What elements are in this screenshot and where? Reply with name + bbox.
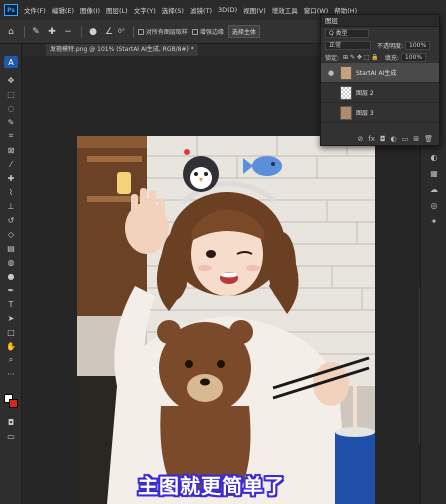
hand-tool-icon[interactable]: ✋ xyxy=(4,340,18,352)
quick-select-brush-icon[interactable]: ✎ xyxy=(29,25,43,39)
brush-size-icon[interactable]: ● xyxy=(86,25,100,39)
rectangle-tool-icon[interactable]: □ xyxy=(4,326,18,338)
crop-tool-icon[interactable]: ⌗ xyxy=(4,130,18,142)
layer-thumbnail xyxy=(340,85,352,100)
artboard-tool-icon[interactable]: A xyxy=(4,56,18,68)
menu-view[interactable]: 视图(V) xyxy=(243,5,266,15)
menu-file[interactable]: 文件(F) xyxy=(24,5,46,15)
lock-label: 锁定: xyxy=(325,54,340,62)
dodge-tool-icon[interactable]: ● xyxy=(4,270,18,282)
enhance-edge-label: 增强边缘 xyxy=(199,29,224,36)
move-tool-icon[interactable]: ✥ xyxy=(4,74,18,86)
menu-layer[interactable]: 图层(L) xyxy=(106,5,128,15)
menu-plugins[interactable]: 增效工具 xyxy=(272,5,298,15)
menu-edit[interactable]: 编辑(E) xyxy=(52,5,74,15)
divider xyxy=(81,25,82,38)
group-icon[interactable]: ▭ xyxy=(402,135,409,143)
layers-footer: ⊘ fx ◘ ◐ ▭ ⊞ 🗑 xyxy=(321,133,439,145)
eye-icon[interactable]: ● xyxy=(325,67,337,79)
type-tool-icon[interactable]: T xyxy=(4,298,18,310)
layer-row[interactable]: 图层 2 xyxy=(321,83,439,103)
layer-thumbnail xyxy=(340,65,352,80)
enhance-edge-checkbox[interactable] xyxy=(191,28,198,35)
blur-tool-icon[interactable]: ◍ xyxy=(4,256,18,268)
menu-type[interactable]: 文字(Y) xyxy=(134,5,156,15)
canvas-photo[interactable] xyxy=(77,136,375,504)
video-subtitle: 主图就更简单了 xyxy=(138,474,285,498)
document-tab[interactable]: 发箍模特.png @ 101% (StartAI AI生成, RGB/8#) * xyxy=(46,44,198,56)
path-select-icon[interactable]: ➤ xyxy=(4,312,18,324)
mask-icon[interactable]: ◘ xyxy=(380,135,386,143)
zoom-tool-icon[interactable]: ⌕ xyxy=(4,354,18,366)
divider xyxy=(132,25,134,38)
home-icon[interactable]: ⌂ xyxy=(4,25,18,39)
document-tab-bar: 发箍模特.png @ 101% (StartAI AI生成, RGB/8#) * xyxy=(22,44,320,56)
new-layer-icon[interactable]: ⊞ xyxy=(413,135,419,143)
quick-select-tool-icon[interactable]: ✎ xyxy=(4,116,18,128)
layer-row[interactable]: ● StartAI AI生成 xyxy=(321,63,439,83)
sample-all-layers-label: 对所有图层取样 xyxy=(145,29,188,36)
gradient-tool-icon[interactable]: ▤ xyxy=(4,242,18,254)
opacity-label: 不透明度: xyxy=(377,42,404,50)
lock-row: 锁定: ⊞ ✎ ✥ ⬚ 🔒 填充: 100% xyxy=(321,51,439,63)
layer-thumbnail xyxy=(340,105,352,120)
adjustment-layer-icon[interactable]: ◐ xyxy=(391,135,397,143)
background-color-swatch[interactable] xyxy=(9,399,18,408)
menu-image[interactable]: 图像(I) xyxy=(80,5,100,15)
blend-row: 正常 不透明度: 100% xyxy=(321,39,439,51)
options-bar: ⌂ ✎ ✚ − ● ∠ 0° 对所有图层取样 增强边缘 选择主体 xyxy=(0,20,320,44)
opacity-field[interactable]: 100% xyxy=(405,40,431,50)
menu-filter[interactable]: 滤镜(T) xyxy=(190,5,212,15)
frame-tool-icon[interactable]: ⊠ xyxy=(4,144,18,156)
history-brush-icon[interactable]: ↺ xyxy=(4,214,18,226)
photoshop-logo: Ps xyxy=(4,4,18,16)
adjustments-icon[interactable]: ◐ xyxy=(428,152,440,162)
marquee-tool-icon[interactable]: ⬚ xyxy=(4,88,18,100)
add-to-selection-icon[interactable]: ✚ xyxy=(45,25,59,39)
more-tools-icon[interactable]: ··· xyxy=(4,368,18,380)
libraries-icon[interactable]: ☁ xyxy=(428,184,440,194)
lock-icons[interactable]: ⊞ ✎ ✥ ⬚ 🔒 xyxy=(343,54,379,61)
swatches-icon[interactable]: ▦ xyxy=(428,168,440,178)
layers-panel-title[interactable]: 图层 xyxy=(321,15,439,27)
eye-icon[interactable] xyxy=(325,107,337,119)
eraser-tool-icon[interactable]: ◇ xyxy=(4,228,18,240)
blend-mode-select[interactable]: 正常 xyxy=(325,40,371,50)
fill-field[interactable]: 100% xyxy=(400,52,427,62)
pen-tool-icon[interactable]: ✒ xyxy=(4,284,18,296)
angle-value[interactable]: 0° xyxy=(118,28,125,35)
photo-illustration xyxy=(77,136,375,504)
layers-panel: 图层 Q 类型 正常 不透明度: 100% 锁定: ⊞ ✎ ✥ ⬚ 🔒 填充: … xyxy=(320,14,440,146)
fill-label: 填充: xyxy=(384,54,399,62)
layer-row[interactable]: 图层 3 xyxy=(321,103,439,123)
subtract-selection-icon[interactable]: − xyxy=(61,25,75,39)
eye-icon[interactable] xyxy=(325,87,337,99)
layers-filter-row: Q 类型 xyxy=(321,27,439,39)
channels-icon[interactable]: ◎ xyxy=(428,200,440,210)
link-icon[interactable]: ⊘ xyxy=(357,135,363,143)
menu-select[interactable]: 选择(S) xyxy=(162,5,184,15)
divider xyxy=(24,25,25,38)
quick-mask-icon[interactable]: ◘ xyxy=(4,416,18,428)
healing-brush-icon[interactable]: ✚ xyxy=(4,172,18,184)
paths-icon[interactable]: ✦ xyxy=(428,216,440,226)
eyedropper-tool-icon[interactable]: ⁄ xyxy=(4,158,18,170)
menu-3d[interactable]: 3D(D) xyxy=(218,6,237,14)
angle-icon: ∠ xyxy=(104,26,114,37)
layer-filter-select[interactable]: Q 类型 xyxy=(325,28,369,38)
fx-icon[interactable]: fx xyxy=(368,135,375,143)
brush-tool-icon[interactable]: ⌇ xyxy=(4,186,18,198)
layer-name: StartAI AI生成 xyxy=(356,70,397,77)
sample-all-layers-checkbox[interactable] xyxy=(137,28,144,35)
select-subject-button[interactable]: 选择主体 xyxy=(227,25,260,38)
trash-icon[interactable]: 🗑 xyxy=(424,135,433,143)
layer-name: 图层 3 xyxy=(356,110,374,117)
lasso-tool-icon[interactable]: ◌ xyxy=(4,102,18,114)
clone-stamp-icon[interactable]: ⊥ xyxy=(4,200,18,212)
tools-panel: A ✥ ⬚ ◌ ✎ ⌗ ⊠ ⁄ ✚ ⌇ ⊥ ↺ ◇ ▤ ◍ ● ✒ T ➤ □ … xyxy=(0,44,22,504)
layer-name: 图层 2 xyxy=(356,90,374,97)
screen-mode-icon[interactable]: ▭ xyxy=(4,430,18,442)
